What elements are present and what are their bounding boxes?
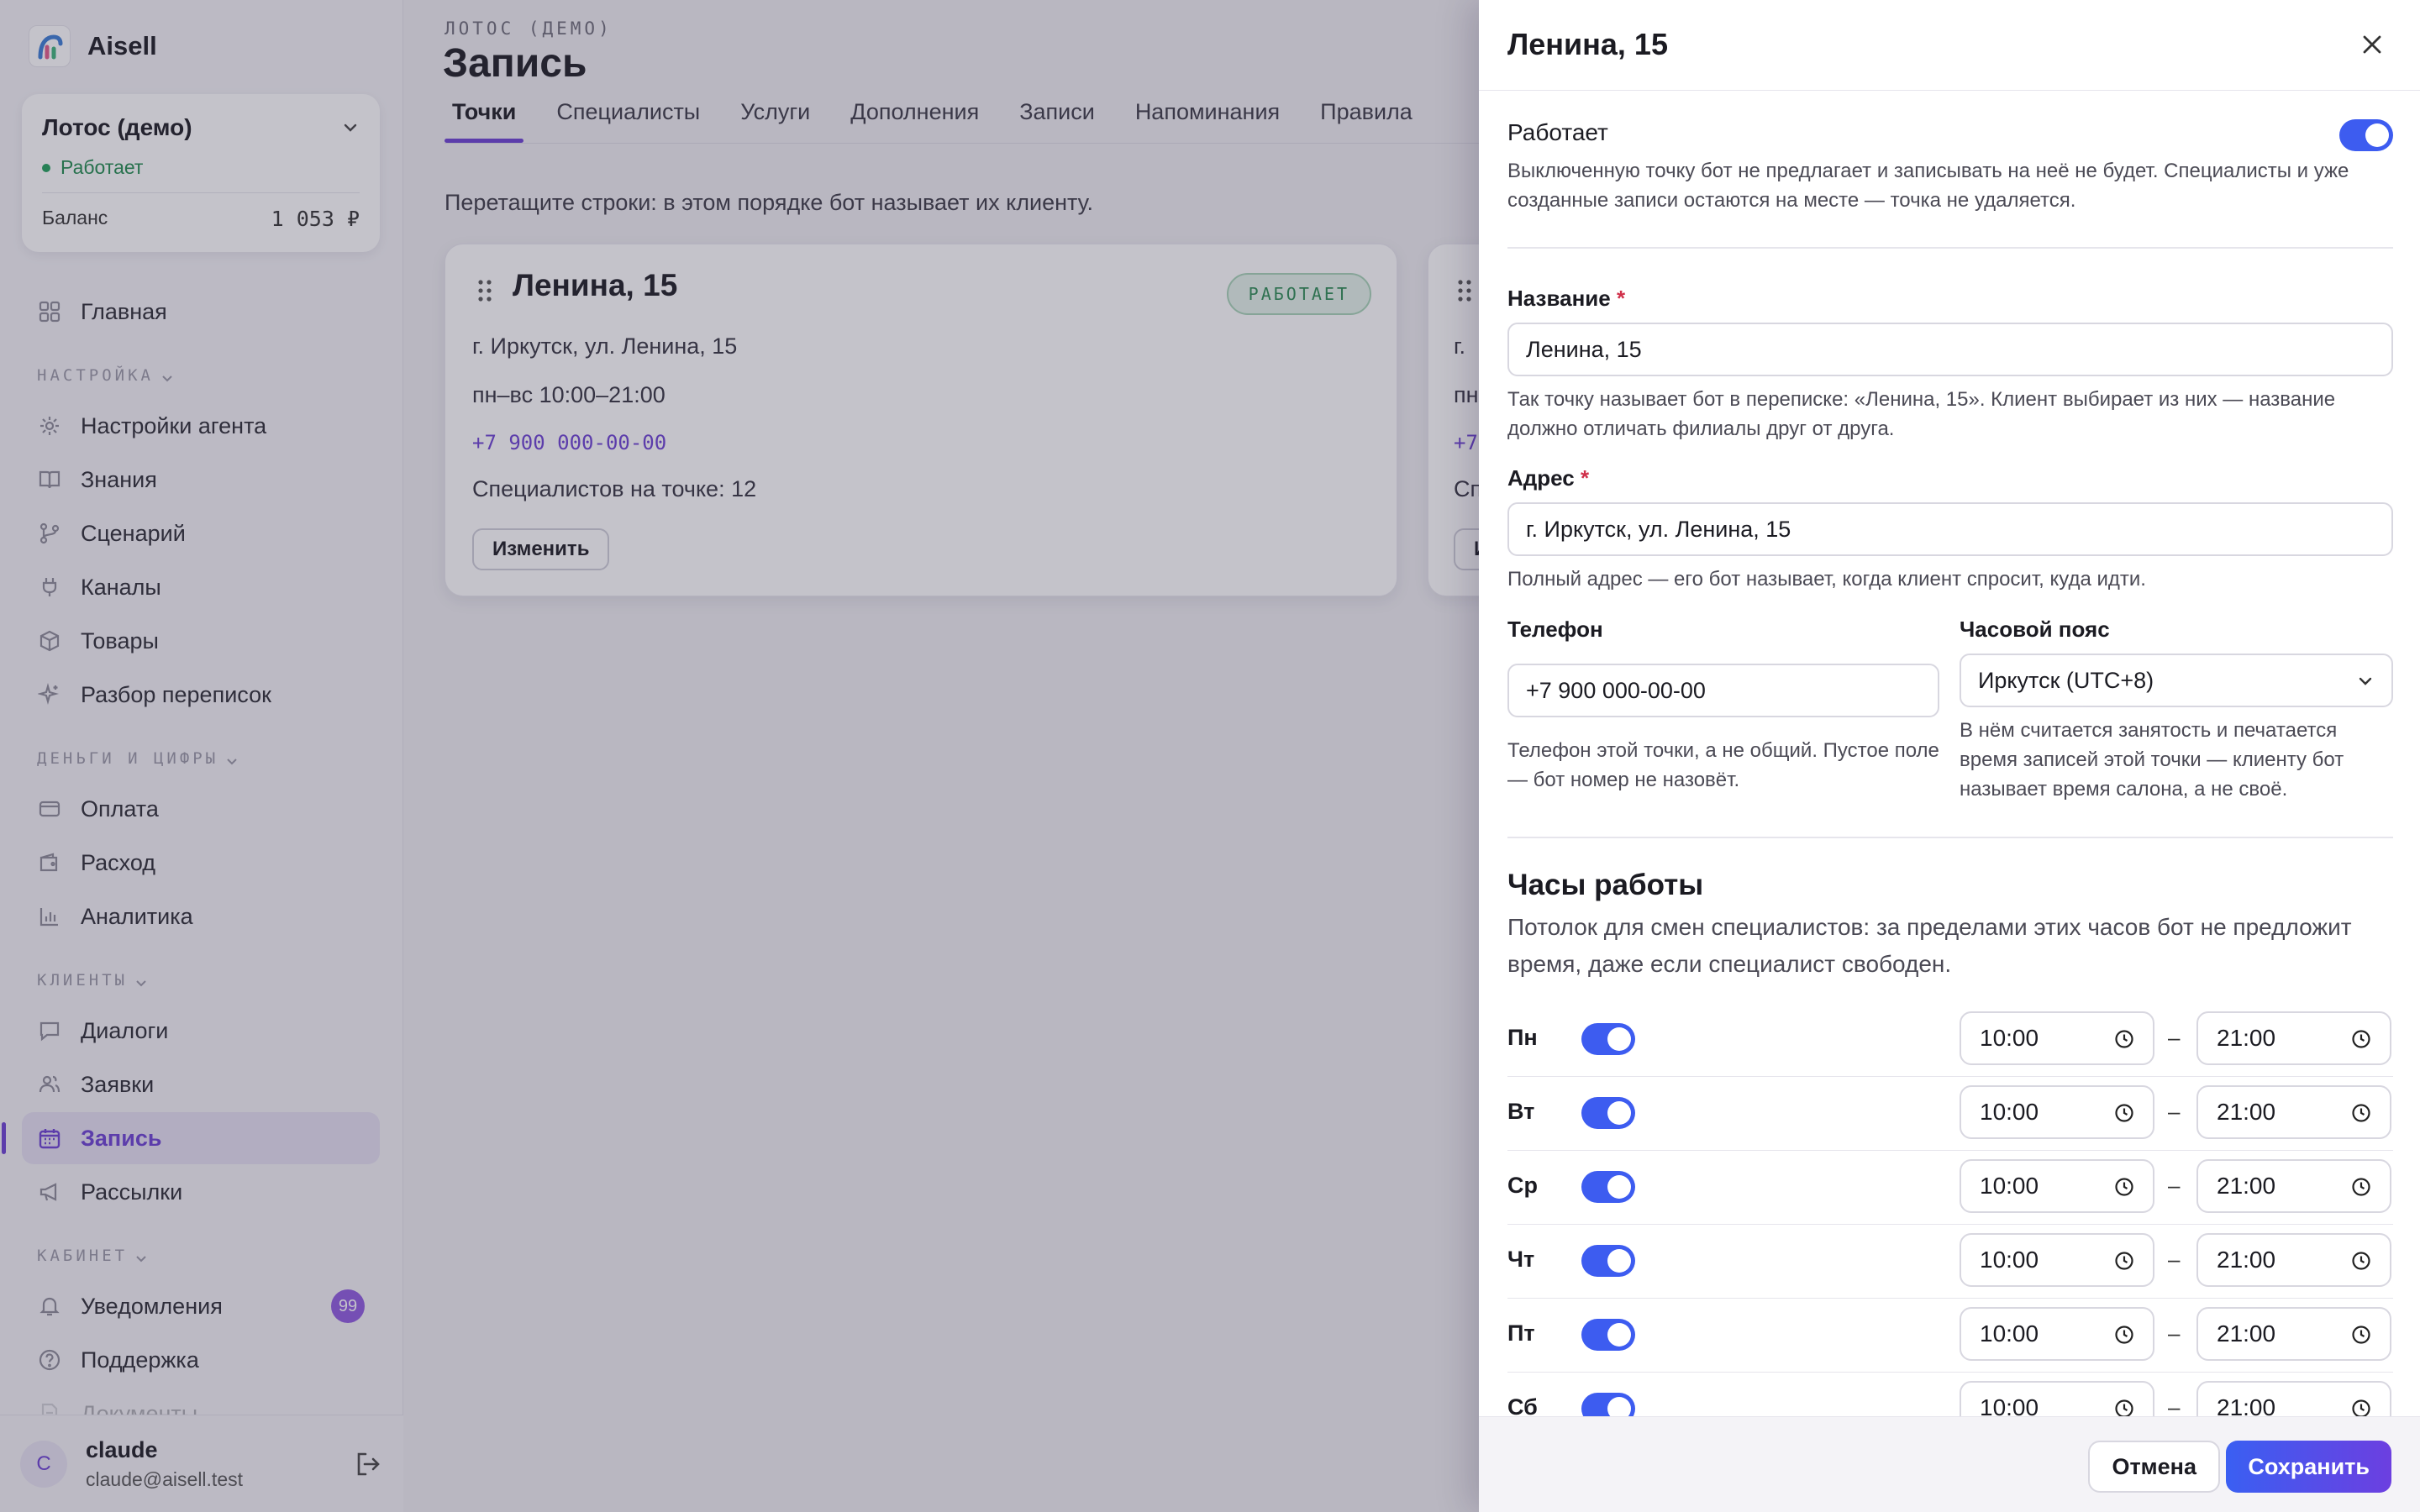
time-value: 21:00 (2217, 1394, 2276, 1416)
cancel-button[interactable]: Отмена (2088, 1441, 2220, 1493)
clock-icon[interactable] (2114, 1251, 2134, 1271)
time-from-input[interactable]: 10:00 (1960, 1381, 2154, 1416)
time-from-input[interactable]: 10:00 (1960, 1085, 2154, 1139)
name-label-text: Название (1507, 286, 1611, 311)
clock-icon[interactable] (2114, 1103, 2134, 1123)
time-value: 21:00 (2217, 1173, 2276, 1199)
divider (1507, 247, 2393, 249)
time-from-input[interactable]: 10:00 (1960, 1307, 2154, 1361)
range-dash: – (2168, 1025, 2181, 1050)
name-input[interactable]: Ленина, 15 (1507, 323, 2393, 376)
clock-icon[interactable] (2114, 1029, 2134, 1049)
time-to-input[interactable]: 21:00 (2196, 1381, 2391, 1416)
phone-input[interactable]: +7 900 000-00-00 (1507, 664, 1939, 717)
clock-icon[interactable] (2114, 1177, 2134, 1197)
hours-title: Часы работы (1507, 869, 1704, 901)
close-icon[interactable] (2358, 30, 2386, 59)
time-from-input[interactable]: 10:00 (1960, 1233, 2154, 1287)
address-input[interactable]: г. Иркутск, ул. Ленина, 15 (1507, 502, 2393, 556)
edit-point-drawer: Ленина, 15 Работает Выключенную точку бо… (1479, 0, 2420, 1512)
clock-icon[interactable] (2351, 1029, 2371, 1049)
time-to-input[interactable]: 21:00 (2196, 1011, 2391, 1065)
day-row: Ср 10:00 – 21:00 (1507, 1151, 2393, 1225)
working-toggle[interactable] (2339, 119, 2393, 151)
timezone-select[interactable]: Иркутск (UTC+8) (1960, 654, 2393, 707)
time-value: 21:00 (2217, 1320, 2276, 1347)
time-value: 10:00 (1980, 1099, 2039, 1125)
working-label: Работает (1507, 119, 1608, 145)
phone-help: Телефон этой точки, а не общий. Пустое п… (1507, 739, 1939, 791)
required-mark: * (1580, 465, 1590, 491)
clock-icon[interactable] (2351, 1251, 2371, 1271)
address-label-text: Адрес (1507, 465, 1575, 491)
day-name: Пт (1507, 1320, 1535, 1346)
clock-icon[interactable] (2351, 1177, 2371, 1197)
time-value: 21:00 (2217, 1025, 2276, 1051)
clock-icon[interactable] (2351, 1399, 2371, 1416)
chevron-down-icon (2359, 677, 2372, 685)
divider (1507, 837, 2393, 838)
time-value: 10:00 (1980, 1320, 2039, 1347)
range-dash: – (2168, 1173, 2181, 1198)
time-from-input[interactable]: 10:00 (1960, 1159, 2154, 1213)
day-toggle[interactable] (1581, 1097, 1635, 1129)
day-toggle[interactable] (1581, 1245, 1635, 1277)
time-value: 10:00 (1980, 1394, 2039, 1416)
working-toggle-row: Работает Выключенную точку бот не предла… (1507, 119, 2393, 215)
time-value: 10:00 (1980, 1025, 2039, 1051)
name-label: Название * (1507, 286, 1625, 312)
day-name: Сб (1507, 1394, 1538, 1416)
range-dash: – (2168, 1099, 2181, 1124)
day-row: Пт 10:00 – 21:00 (1507, 1299, 2393, 1373)
clock-icon[interactable] (2114, 1399, 2134, 1416)
name-help: Так точку называет бот в переписке: «Лен… (1507, 388, 2336, 440)
drawer-footer: Отмена Сохранить (1479, 1416, 2420, 1512)
day-toggle[interactable] (1581, 1023, 1635, 1055)
clock-icon[interactable] (2351, 1103, 2371, 1123)
drawer-header: Ленина, 15 (1479, 0, 2420, 91)
required-mark: * (1616, 286, 1626, 311)
day-toggle[interactable] (1581, 1393, 1635, 1416)
time-value: 21:00 (2217, 1247, 2276, 1273)
hours-description: Потолок для смен специалистов: за предел… (1507, 914, 2352, 977)
range-dash: – (2168, 1247, 2181, 1272)
drawer-body[interactable]: Работает Выключенную точку бот не предла… (1507, 91, 2393, 1416)
day-toggle[interactable] (1581, 1319, 1635, 1351)
day-row: Чт 10:00 – 21:00 (1507, 1225, 2393, 1299)
day-row: Вт 10:00 – 21:00 (1507, 1077, 2393, 1151)
address-label: Адрес * (1507, 465, 1589, 491)
time-from-input[interactable]: 10:00 (1960, 1011, 2154, 1065)
timezone-help: В нём считается занятость и печатается в… (1960, 719, 2344, 801)
save-button[interactable]: Сохранить (2226, 1441, 2391, 1493)
clock-icon[interactable] (2351, 1325, 2371, 1345)
time-value: 10:00 (1980, 1247, 2039, 1273)
day-toggle[interactable] (1581, 1171, 1635, 1203)
time-to-input[interactable]: 21:00 (2196, 1233, 2391, 1287)
timezone-value: Иркутск (UTC+8) (1978, 667, 2154, 693)
day-name: Вт (1507, 1099, 1535, 1124)
time-value: 10:00 (1980, 1173, 2039, 1199)
day-row: Сб 10:00 – 21:00 (1507, 1373, 2393, 1416)
phone-label: Телефон (1507, 617, 1603, 642)
day-name: Ср (1507, 1173, 1538, 1198)
range-dash: – (2168, 1394, 2181, 1416)
day-name: Чт (1507, 1247, 1535, 1272)
working-description: Выключенную точку бот не предлагает и за… (1507, 160, 2349, 212)
time-to-input[interactable]: 21:00 (2196, 1085, 2391, 1139)
range-dash: – (2168, 1320, 2181, 1346)
time-value: 21:00 (2217, 1099, 2276, 1125)
timezone-label: Часовой пояс (1960, 617, 2110, 642)
clock-icon[interactable] (2114, 1325, 2134, 1345)
drawer-title: Ленина, 15 (1507, 27, 1668, 61)
time-to-input[interactable]: 21:00 (2196, 1307, 2391, 1361)
modal-backdrop[interactable] (0, 0, 1479, 1512)
day-row: Пн 10:00 – 21:00 (1507, 1003, 2393, 1077)
address-help: Полный адрес — его бот называет, когда к… (1507, 568, 2146, 591)
day-name: Пн (1507, 1025, 1538, 1050)
time-to-input[interactable]: 21:00 (2196, 1159, 2391, 1213)
